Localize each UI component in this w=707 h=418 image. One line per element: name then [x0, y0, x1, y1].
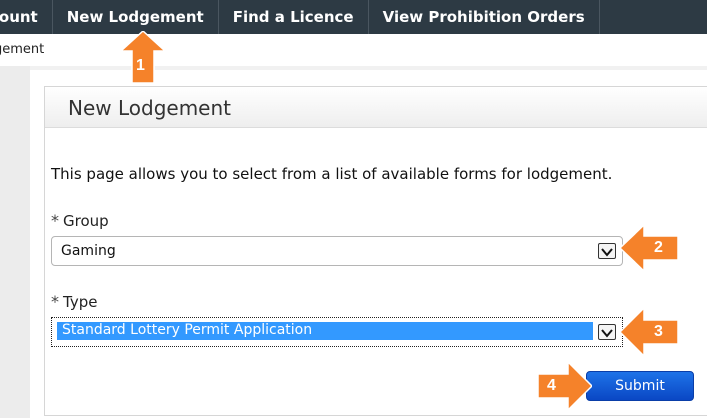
group-select-value: Gaming: [61, 243, 116, 259]
callout-number-3: 3: [654, 323, 663, 340]
chevron-down-icon[interactable]: [598, 243, 616, 259]
nav-item-new-lodgement[interactable]: New Lodgement: [53, 0, 219, 34]
type-label: * Type: [51, 292, 97, 311]
nav-item-prohibition-orders[interactable]: View Prohibition Orders: [369, 0, 600, 34]
nav-item-find-licence[interactable]: Find a Licence: [219, 0, 369, 34]
group-label: * Group: [51, 211, 109, 230]
left-gutter: [0, 66, 30, 418]
top-navbar: count New Lodgement Find a Licence View …: [0, 0, 707, 34]
callout-number-1: 1: [136, 57, 145, 74]
submit-button[interactable]: Submit: [586, 371, 694, 401]
type-select-value: Standard Lottery Permit Application: [62, 322, 313, 338]
callout-number-2: 2: [654, 239, 663, 256]
callout-number-4: 4: [547, 377, 556, 394]
content-area: New Lodgement This page allows you to se…: [30, 70, 707, 418]
callout-arrow-2: 2: [618, 223, 680, 273]
callout-arrow-1: 1: [119, 29, 167, 84]
breadcrumb-bar: gement: [0, 34, 707, 66]
type-select[interactable]: Standard Lottery Permit Application: [51, 317, 623, 347]
breadcrumb: gement: [0, 42, 45, 57]
page-title: New Lodgement: [68, 96, 232, 120]
group-select[interactable]: Gaming: [51, 236, 623, 266]
group-label-text: Group: [63, 212, 109, 230]
nav-item-account[interactable]: count: [0, 0, 53, 34]
type-label-text: Type: [63, 293, 98, 311]
callout-arrow-3: 3: [618, 306, 680, 358]
lodgement-panel: New Lodgement This page allows you to se…: [44, 86, 707, 416]
required-marker: *: [51, 292, 59, 311]
callout-arrow-4: 4: [536, 358, 594, 414]
chevron-down-icon[interactable]: [598, 324, 616, 340]
required-marker: *: [51, 211, 59, 230]
intro-text: This page allows you to select from a li…: [51, 165, 613, 183]
panel-header: New Lodgement: [45, 87, 707, 128]
